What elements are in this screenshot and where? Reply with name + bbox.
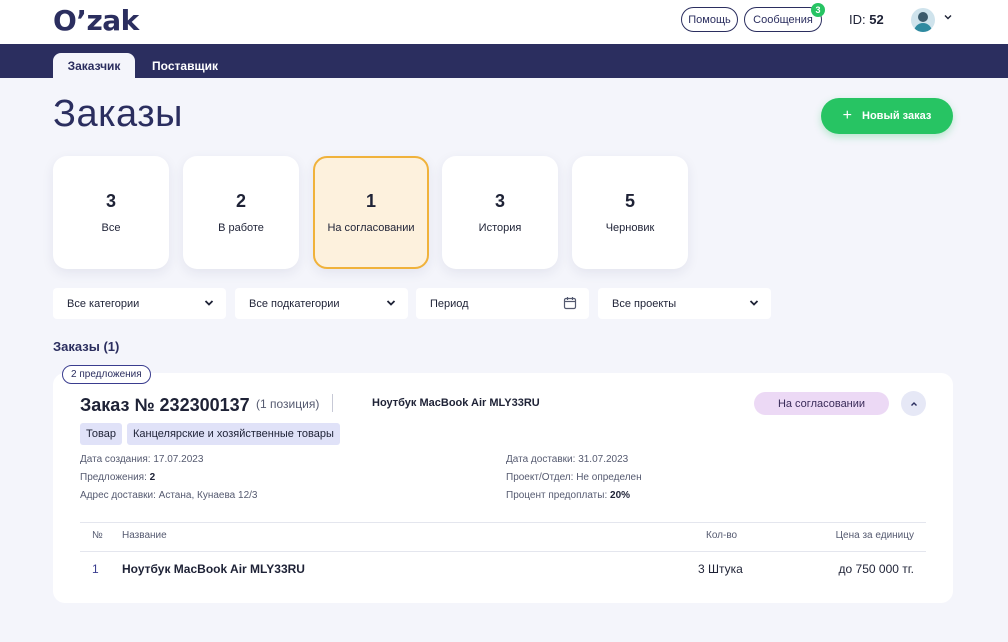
order-product-name: Ноутбук MacBook Air MLY33RU [372,397,540,409]
prepay-label: Процент предоплаты: [506,490,608,501]
created-date: Дата создания: 17.07.2023 [80,454,203,465]
chevron-down-icon [749,300,759,306]
delivery-date: Дата доставки: 31.07.2023 [506,454,628,465]
status-card-label: История [478,222,522,234]
user-id-label: ID: [849,12,866,27]
divider [332,394,333,412]
logo[interactable]: O’zak [53,4,139,37]
status-card-label: Все [101,222,121,234]
messages-count-badge: 3 [811,3,825,17]
projects-select[interactable]: Все проекты [598,288,771,319]
offers-label: Предложения: [80,472,147,483]
avatar-head [918,12,928,22]
new-order-label: Новый заказ [862,110,932,122]
status-badge: На согласовании [754,392,889,415]
status-card-count: 5 [624,191,635,211]
subcategory-select[interactable]: Все подкатегории [235,288,408,319]
order-positions-count: (1 позиция) [256,397,320,411]
project-label: Проект/Отдел: [506,472,574,483]
role-nav: Заказчик Поставщик [0,44,1008,78]
status-card-in-progress[interactable]: 2 В работе [183,156,299,269]
tab-customer[interactable]: Заказчик [53,53,135,78]
page-title: Заказы [53,93,183,135]
chevron-down-icon [386,300,396,306]
status-card-draft[interactable]: 5 Черновик [572,156,688,269]
created-label: Дата создания: [80,454,151,465]
period-input-placeholder: Период [430,297,469,310]
subcategory-select-value: Все подкатегории [249,297,340,310]
address-value: Астана, Кунаева 12/3 [158,490,258,501]
status-card-label: В работе [218,222,264,234]
chevron-down-icon[interactable] [944,13,952,21]
status-card-approval[interactable]: 1 На согласовании [313,156,429,269]
avatar[interactable] [911,8,935,32]
status-card-label: На согласовании [327,222,415,234]
tag-type: Товар [80,423,122,445]
status-card-count: 3 [105,191,116,211]
table-divider [80,551,926,552]
table-cell-num: 1 [92,562,99,576]
orders-section-title: Заказы (1) [53,339,120,354]
top-header: O’zak Помощь Сообщения 3 ID: 52 [0,0,1008,44]
table-header-num: № [92,530,103,541]
offers-badge[interactable]: 2 предложения [62,365,151,384]
status-card-label: Черновик [605,222,655,234]
prepayment-info: Процент предоплаты: 20% [506,490,630,501]
delivery-address: Адрес доставки: Астана, Кунаева 12/3 [80,490,258,501]
status-card-count: 1 [365,191,376,211]
project-value: Не определен [576,472,642,483]
period-input[interactable]: Период [416,288,589,319]
status-card-all[interactable]: 3 Все [53,156,169,269]
calendar-icon [563,297,577,310]
offers-info: Предложения: 2 [80,472,155,483]
user-id: ID: 52 [849,12,884,27]
status-card-count: 2 [235,191,246,211]
new-order-button[interactable]: + Новый заказ [821,98,953,134]
prepay-value: 20% [610,490,631,501]
user-id-value: 52 [869,12,884,27]
category-select[interactable]: Все категории [53,288,226,319]
category-select-value: Все категории [67,297,140,310]
tab-supplier[interactable]: Поставщик [140,53,230,78]
help-button[interactable]: Помощь [681,7,738,32]
table-header-price: Цена за единицу [835,530,914,541]
status-card-count: 3 [494,191,505,211]
order-title[interactable]: Заказ № 232300137 [80,395,250,416]
created-value: 17.07.2023 [153,454,204,465]
table-header-name: Название [122,530,167,541]
plus-icon: + [842,107,853,124]
tag-category: Канцелярские и хозяйственные товары [127,423,340,445]
project-info: Проект/Отдел: Не определен [506,472,642,483]
messages-label: Сообщения [753,13,813,26]
status-card-history[interactable]: 3 История [442,156,558,269]
delivery-label: Дата доставки: [506,454,576,465]
table-cell-qty: 3 Штука [698,562,743,576]
chevron-up-icon [910,401,917,406]
projects-select-value: Все проекты [612,297,677,310]
table-header-qty: Кол-во [706,530,738,541]
address-label: Адрес доставки: [80,490,156,501]
messages-button[interactable]: Сообщения 3 [744,3,825,32]
table-cell-price: до 750 000 тг. [838,562,914,576]
table-cell-name[interactable]: Ноутбук MacBook Air MLY33RU [122,562,305,576]
table-divider [80,522,926,523]
delivery-value: 31.07.2023 [578,454,629,465]
chevron-down-icon [204,300,214,306]
avatar-body [914,23,932,32]
offers-value: 2 [149,472,156,483]
collapse-button[interactable] [901,391,926,416]
